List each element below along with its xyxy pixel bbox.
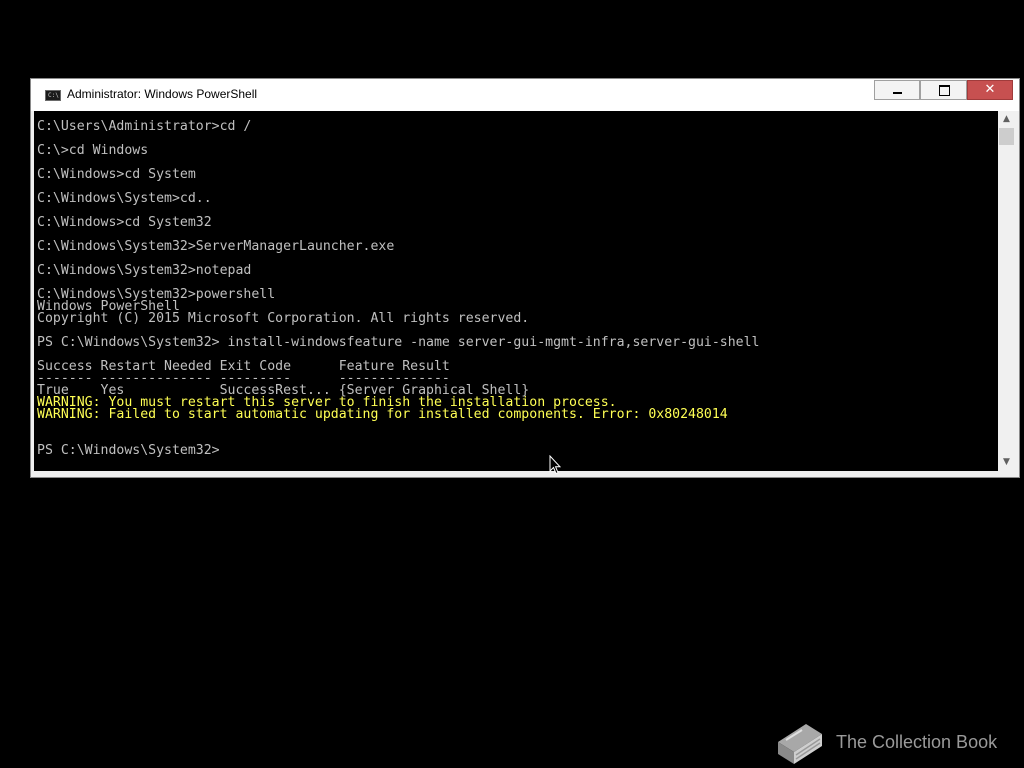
mouse-pointer-icon bbox=[549, 455, 561, 475]
scrollbar-thumb[interactable] bbox=[999, 128, 1014, 145]
console-line: C:\Windows>cd System32 bbox=[37, 215, 212, 230]
console-line: C:\Windows\System>cd.. bbox=[37, 191, 212, 206]
console-app-icon[interactable]: C:\ bbox=[45, 90, 61, 101]
maximize-button[interactable] bbox=[920, 80, 967, 100]
minimize-button[interactable] bbox=[874, 80, 920, 100]
console-line: PS C:\Windows\System32> bbox=[37, 443, 220, 458]
vertical-scrollbar[interactable]: ▲ ▼ bbox=[998, 111, 1015, 471]
console-line: C:\Windows\System32>ServerManagerLaunche… bbox=[37, 239, 395, 254]
watermark: The Collection Book bbox=[772, 718, 1012, 766]
console-app-icon-glyph: C:\ bbox=[48, 92, 59, 99]
console-line: WARNING: Failed to start automatic updat… bbox=[37, 407, 728, 422]
console-line: C:\>cd Windows bbox=[37, 143, 149, 158]
window-title: Administrator: Windows PowerShell bbox=[67, 87, 258, 101]
console-line: C:\Users\Administrator>cd / bbox=[37, 119, 252, 134]
window-titlebar[interactable]: C:\ Administrator: Windows PowerShell ✕ bbox=[31, 79, 1019, 111]
scroll-up-arrow-icon[interactable]: ▲ bbox=[998, 111, 1015, 128]
powershell-window[interactable]: C:\ Administrator: Windows PowerShell ✕ … bbox=[30, 78, 1020, 478]
watermark-text: The Collection Book bbox=[836, 732, 998, 752]
console-output[interactable]: C:\Users\Administrator>cd / C:\>cd Window… bbox=[34, 111, 998, 471]
scroll-down-arrow-icon[interactable]: ▼ bbox=[998, 454, 1015, 471]
maximize-icon bbox=[939, 85, 950, 96]
minimize-icon bbox=[893, 92, 902, 94]
close-button[interactable]: ✕ bbox=[967, 80, 1013, 100]
console-line: C:\Windows>cd System bbox=[37, 167, 196, 182]
close-icon: ✕ bbox=[984, 82, 996, 97]
console-line: C:\Windows\System32>notepad bbox=[37, 263, 252, 278]
console-line: PS C:\Windows\System32> install-windowsf… bbox=[37, 335, 760, 350]
console-line: Copyright (C) 2015 Microsoft Corporation… bbox=[37, 311, 530, 326]
book-icon bbox=[778, 724, 822, 764]
